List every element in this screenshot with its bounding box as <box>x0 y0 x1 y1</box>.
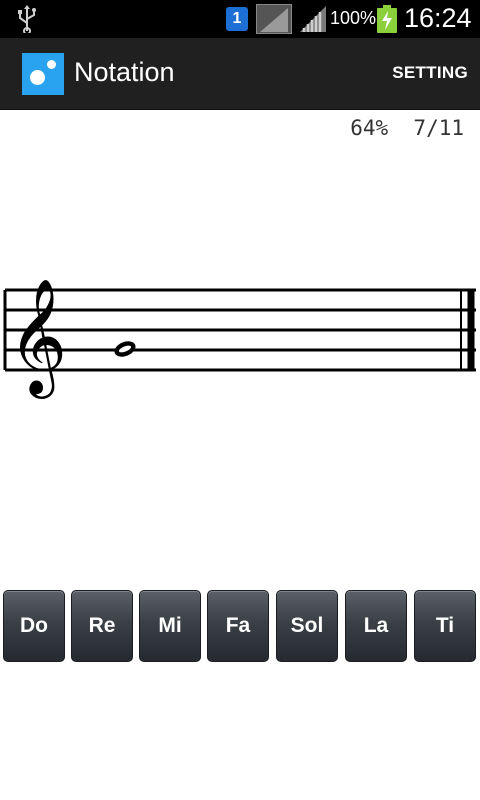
app-icon-dot-large <box>30 70 45 85</box>
treble-clef-icon: 𝄞 <box>8 277 67 399</box>
action-bar: Notation SETTING <box>0 38 480 110</box>
app-icon <box>22 53 64 95</box>
sim-card-icon: 1 <box>226 7 248 31</box>
answer-button-sol[interactable]: Sol <box>276 590 338 662</box>
answer-button-fa[interactable]: Fa <box>207 590 269 662</box>
signal-strength-icon <box>256 4 292 34</box>
sim-number: 1 <box>232 10 242 27</box>
clock: 16:24 <box>404 3 472 33</box>
app-icon-dot-small <box>47 60 56 69</box>
mobile-signal-icon <box>300 6 326 32</box>
app-title: Notation <box>74 57 175 87</box>
answer-button-la[interactable]: La <box>345 590 407 662</box>
note-head <box>114 341 136 357</box>
answer-buttons: Do Re Mi Fa Sol La Ti <box>0 590 480 662</box>
answer-button-mi[interactable]: Mi <box>139 590 201 662</box>
answer-button-ti[interactable]: Ti <box>414 590 476 662</box>
battery-percent: 100% <box>330 8 377 28</box>
setting-button[interactable]: SETTING <box>392 63 468 83</box>
status-bar: 1 100% 16:24 <box>0 0 480 38</box>
progress-indicator: 64% 7/11 <box>350 116 464 140</box>
progress-count: 7/11 <box>413 116 464 140</box>
music-staff: 𝄞 <box>3 277 476 399</box>
battery-charging-icon <box>377 5 397 33</box>
answer-button-do[interactable]: Do <box>3 590 65 662</box>
answer-button-re[interactable]: Re <box>71 590 133 662</box>
usb-icon <box>18 5 36 33</box>
staff-lines <box>5 288 476 372</box>
progress-percent: 64% <box>350 116 389 140</box>
